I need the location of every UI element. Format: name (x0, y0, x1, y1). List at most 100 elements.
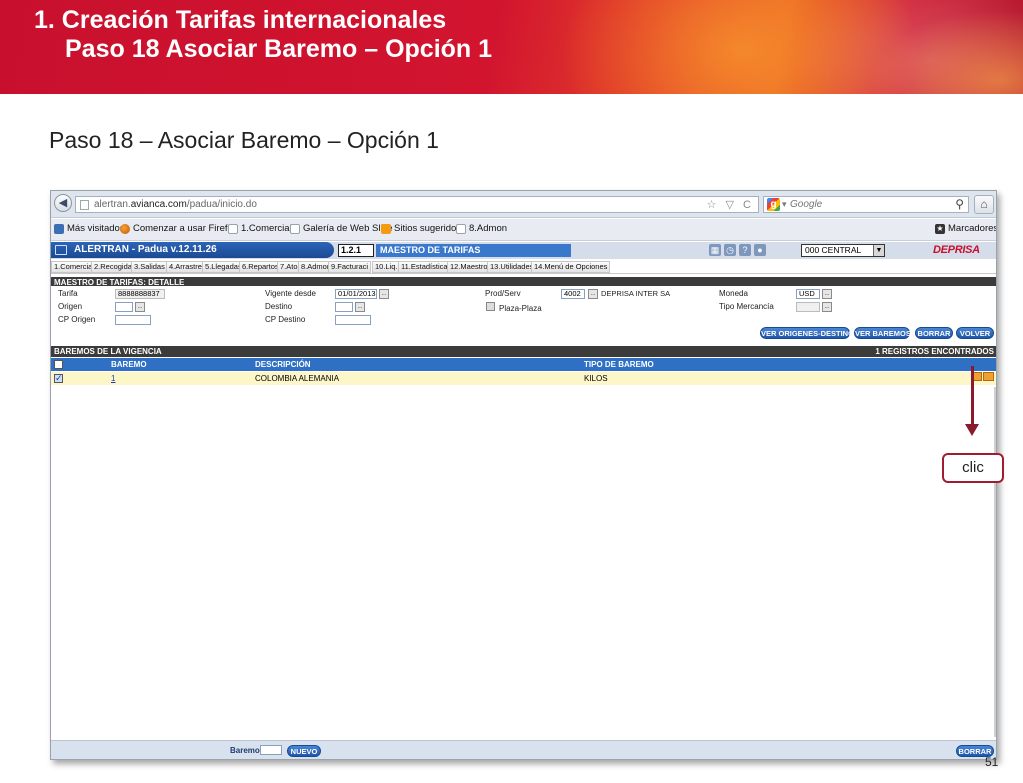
bookmark-suggested-sites[interactable]: Sitios sugeridos (381, 223, 461, 234)
column-descripcion[interactable]: DESCRIPCIÓN (255, 358, 311, 371)
scrollbar[interactable] (994, 387, 996, 737)
ver-origenes-button[interactable]: VER ORIGENES-DESTINOS (760, 327, 859, 339)
url-text: alertran.avianca.com/padua/inicio.do (94, 199, 257, 210)
screen-title: MAESTRO DE TARIFAS (376, 244, 571, 257)
menu-item[interactable]: 6.Repartos (239, 261, 282, 273)
app-menu: 1.Comercial 2.Recogidas 3.Salidas 4.Arra… (51, 260, 996, 274)
plaza-label: Plaza-Plaza (499, 304, 542, 313)
google-icon: g (767, 198, 780, 211)
origen-label: Origen (58, 302, 83, 311)
search-bar[interactable]: g ▾ ⚲ (763, 196, 969, 213)
page-icon (456, 223, 466, 234)
baremo-label: Baremo (230, 746, 260, 755)
url-controls[interactable]: ☆ ▽ C (707, 198, 754, 211)
arrow-down-icon (965, 424, 979, 436)
select-all-checkbox[interactable] (54, 360, 63, 369)
page-number: 51 (985, 755, 999, 769)
slide: 1. Creación Tarifas internacionales Paso… (0, 0, 1023, 783)
most-visited-icon (54, 223, 64, 234)
tarifa-field[interactable]: 8888888837 (115, 289, 165, 299)
destino-field[interactable] (335, 302, 353, 312)
destino-label: Destino (265, 302, 293, 311)
bookmarks-menu[interactable]: ★ Marcadores (935, 223, 996, 234)
borrar-button[interactable]: BORRAR (915, 327, 953, 339)
vigente-label: Vigente desde (265, 289, 317, 298)
lookup-icon[interactable]: ... (588, 289, 598, 299)
monitor-icon (55, 245, 67, 255)
nuevo-button[interactable]: NUEVO (287, 745, 321, 757)
menu-item[interactable]: 13.Utilidades (487, 261, 537, 273)
cp-destino-label: CP Destino (265, 315, 306, 324)
firefox-icon (120, 223, 130, 234)
tipo-mercancia-field[interactable] (796, 302, 820, 312)
lookup-icon[interactable]: ... (135, 302, 145, 312)
app-header: ALERTRAN - Padua v.12.11.26 1.2.1 MAESTR… (51, 242, 996, 259)
menu-item[interactable]: 3.Salidas (131, 261, 168, 273)
lookup-icon[interactable]: ... (822, 289, 832, 299)
vigente-field[interactable]: 01/01/2013 (335, 289, 377, 299)
page-icon (80, 200, 89, 210)
arrow-left-icon[interactable]: ◀ (54, 194, 72, 212)
records-count: 1 REGISTROS ENCONTRADOS (875, 347, 994, 356)
lookup-icon[interactable]: ... (355, 302, 365, 312)
tarifa-label: Tarifa (58, 289, 78, 298)
ver-baremos-button[interactable]: VER BAREMOS (854, 327, 911, 339)
bookmark-most-visited[interactable]: Más visitados (54, 223, 125, 234)
screen-code-input[interactable]: 1.2.1 (338, 244, 374, 257)
search-icon[interactable]: ⚲ (955, 197, 964, 211)
row-checkbox[interactable] (54, 372, 63, 385)
menu-item[interactable]: 10.Liq. (372, 261, 401, 273)
baremo-input[interactable] (260, 745, 282, 755)
origen-field[interactable] (115, 302, 133, 312)
app-title-tab: ALERTRAN - Padua v.12.11.26 (51, 242, 334, 258)
menu-item[interactable]: 9.Facturaci (328, 261, 372, 273)
tipo-mercancia-label: Tipo Mercancía (719, 302, 774, 311)
info-icon[interactable] (983, 372, 994, 381)
bookmark-web-slice[interactable]: Galería de Web Slice (290, 223, 393, 234)
menu-item[interactable]: 14.Menú de Opciones (531, 261, 611, 273)
browser-nav-bar: ◀ alertran.avianca.com/padua/inicio.do ☆… (51, 191, 996, 218)
calendar-icon[interactable]: ... (379, 289, 389, 299)
url-bar[interactable]: alertran.avianca.com/padua/inicio.do ☆ ▽… (75, 196, 759, 213)
menu-item[interactable]: 7.Ato (277, 261, 301, 273)
table-row[interactable]: 1 COLOMBIA ALEMANIA KILOS (51, 372, 996, 385)
bookmark-comercial[interactable]: 1.Comercial (228, 223, 292, 234)
bookmark-admon[interactable]: 8.Admon (456, 223, 507, 234)
tariff-detail-form: Tarifa 8888888837 Origen ... CP Origen V… (51, 286, 996, 326)
bookmark-firefox[interactable]: Comenzar a usar Firefox (120, 223, 238, 234)
moneda-field[interactable]: USD (796, 289, 820, 299)
chevron-down-icon[interactable]: ▼ (873, 245, 884, 256)
deprisa-logo: DEPRISA (933, 244, 980, 256)
cp-origen-field[interactable] (115, 315, 151, 325)
baremo-link[interactable]: 1 (111, 372, 115, 385)
cp-destino-field[interactable] (335, 315, 371, 325)
home-icon[interactable]: ⌂ (974, 195, 994, 214)
clock-icon[interactable]: ◷ (724, 244, 736, 256)
step-heading: Paso 18 – Asociar Baremo – Opción 1 (49, 127, 439, 153)
prod-code-field[interactable]: 4002 (561, 289, 585, 299)
chevron-down-icon[interactable]: ▾ (782, 199, 787, 210)
plaza-checkbox[interactable] (486, 302, 495, 311)
lookup-icon[interactable]: ... (822, 302, 832, 312)
suggested-sites-icon (381, 223, 391, 234)
bottom-toolbar: Baremo NUEVO BORRAR (51, 740, 996, 759)
column-tipo-baremo[interactable]: TIPO DE BAREMO (584, 358, 654, 371)
help-icon[interactable]: ? (739, 244, 751, 256)
action-buttons: VER ORIGENES-DESTINOS VER BAREMOS BORRAR… (51, 327, 996, 342)
calendar-icon[interactable]: ▦ (709, 244, 721, 256)
annotation-callout: clic (942, 453, 1004, 483)
central-select[interactable]: 000 CENTRAL ▼ (801, 244, 885, 257)
row-tipo: KILOS (584, 374, 608, 383)
search-input[interactable] (790, 198, 940, 211)
prod-name: DEPRISA INTER SA (601, 289, 671, 298)
page-icon (290, 223, 300, 234)
user-icon[interactable]: ● (754, 244, 766, 256)
row-descripcion: COLOMBIA ALEMANIA (255, 374, 340, 383)
bookmarks-bar: Más visitados Comenzar a usar Firefox 1.… (51, 219, 996, 241)
app-title: ALERTRAN - Padua v.12.11.26 (74, 244, 217, 255)
volver-button[interactable]: VOLVER (956, 327, 994, 339)
app-toolbar-icons: ▦ ◷? ● (709, 244, 769, 256)
column-baremo[interactable]: BAREMO (111, 358, 147, 371)
prod-serv-label: Prod/Serv (485, 289, 521, 298)
menu-item[interactable]: 11.Estadísticas (398, 261, 455, 273)
